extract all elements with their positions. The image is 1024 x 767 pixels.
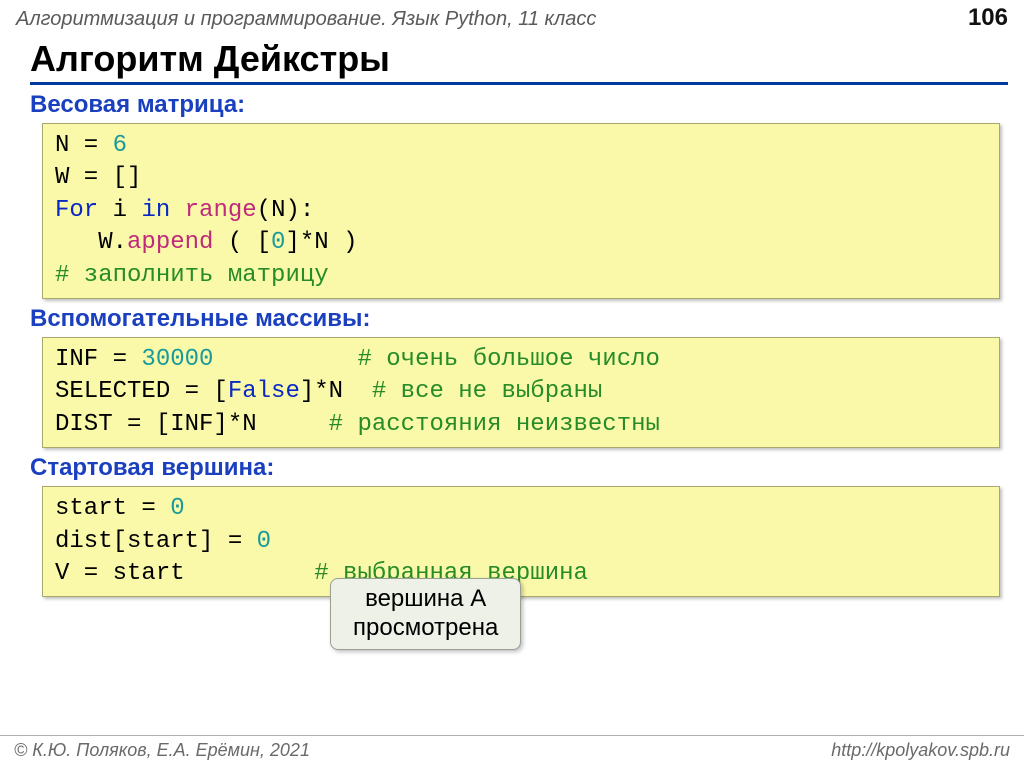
footer-copyright: © К.Ю. Поляков, Е.А. Ерёмин, 2021 [14, 740, 310, 761]
code-text: W = [] [55, 164, 141, 191]
code-text: W. [55, 229, 127, 256]
code-number: 0 [257, 528, 271, 555]
code-text: = start [69, 560, 314, 587]
code-keyword: For [55, 197, 98, 224]
section-heading-start-vertex: Стартовая вершина: [30, 454, 1016, 482]
code-comment: # заполнить матрицу [55, 262, 329, 289]
code-block-aux-arrays: INF = 30000 # очень большое число SELECT… [42, 337, 1000, 448]
code-text: ]*N ) [285, 229, 357, 256]
callout-line: вершина A [353, 585, 498, 614]
code-constant: False [228, 378, 300, 405]
code-keyword: in [141, 197, 170, 224]
code-number: 0 [170, 495, 184, 522]
slide-page: Алгоритмизация и программирование. Язык … [0, 0, 1024, 767]
code-comment: # очень большое число [357, 346, 659, 373]
code-text: ]*N [300, 378, 372, 405]
section-heading-weight-matrix: Весовая матрица: [30, 91, 1016, 119]
code-block-weight-matrix: N = 6 W = [] For i in range(N): W.append… [42, 123, 1000, 299]
code-text: dist[start] [55, 528, 213, 555]
callout-line: просмотрена [353, 614, 498, 643]
code-block-start-vertex: start = 0 dist[start] = 0 V = start # вы… [42, 486, 1000, 597]
code-number: 0 [271, 229, 285, 256]
code-comment: # расстояния неизвестны [329, 411, 660, 438]
code-comment: # все не выбраны [372, 378, 602, 405]
code-function: append [127, 229, 213, 256]
code-number: 30000 [141, 346, 213, 373]
footer: © К.Ю. Поляков, Е.А. Ерёмин, 2021 http:/… [0, 735, 1024, 767]
code-text: i [98, 197, 141, 224]
code-text: = [69, 132, 112, 159]
page-title: Алгоритм Дейкстры [30, 38, 1008, 85]
code-text [170, 197, 184, 224]
code-text: N [55, 132, 69, 159]
code-text [213, 346, 357, 373]
callout-vertex-a: вершина A просмотрена [330, 578, 521, 650]
code-number: 6 [113, 132, 127, 159]
code-text: V [55, 560, 69, 587]
code-text: = [INF]*N [113, 411, 329, 438]
course-title: Алгоритмизация и программирование. Язык … [16, 8, 596, 31]
code-text: = [127, 495, 170, 522]
code-text: (N): [257, 197, 315, 224]
code-text: SELECTED [55, 378, 170, 405]
code-text: = [ [170, 378, 228, 405]
top-bar: Алгоритмизация и программирование. Язык … [8, 0, 1016, 34]
code-text: DIST [55, 411, 113, 438]
code-text: start [55, 495, 127, 522]
code-function: range [185, 197, 257, 224]
code-text: INF = [55, 346, 141, 373]
page-number: 106 [968, 4, 1008, 32]
code-text: ( [ [213, 229, 271, 256]
code-text: = [213, 528, 256, 555]
footer-url: http://kpolyakov.spb.ru [831, 740, 1010, 761]
section-heading-aux-arrays: Вспомогательные массивы: [30, 305, 1016, 333]
